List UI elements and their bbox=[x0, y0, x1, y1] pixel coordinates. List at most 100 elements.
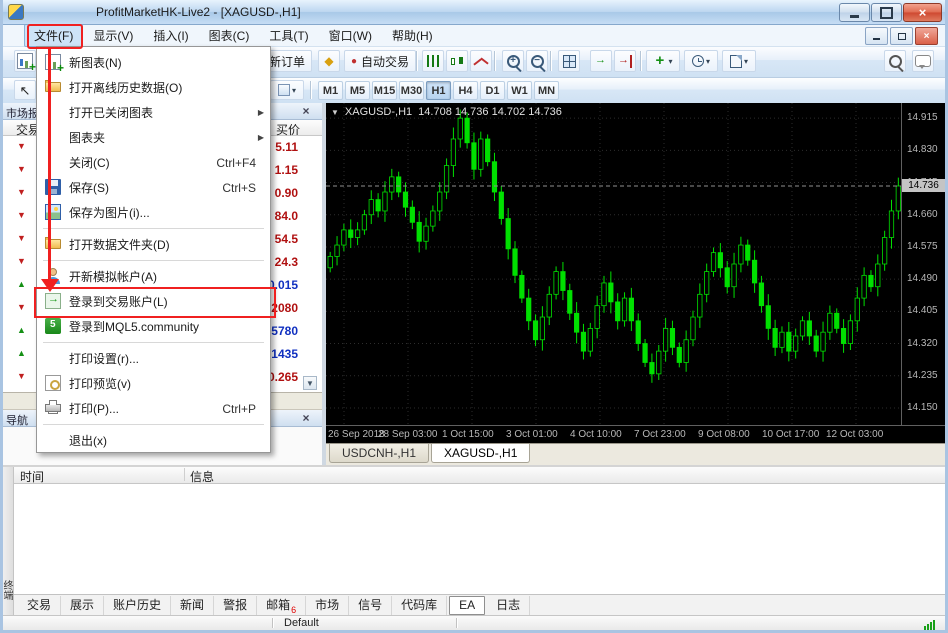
terminal-tab-7[interactable]: 市场 bbox=[306, 596, 349, 615]
time-axis[interactable]: 26 Sep 201828 Sep 03:001 Oct 15:003 Oct … bbox=[326, 425, 945, 443]
bar-chart-button[interactable] bbox=[422, 50, 444, 72]
file-menu-item-8[interactable]: 打开数据文件夹(D) bbox=[37, 232, 270, 257]
file-menu-item-6[interactable]: 保存为图片(i)... bbox=[37, 200, 270, 225]
menu-item-1[interactable]: 文件(F) bbox=[24, 24, 83, 47]
price-cell: 5780 bbox=[271, 324, 298, 338]
window-title: ProfitMarketHK-Live2 - [XAGUSD-,H1] bbox=[96, 5, 301, 19]
menu-item-7[interactable]: 帮助(H) bbox=[382, 24, 443, 47]
cursor-button[interactable]: ↖ bbox=[14, 80, 36, 100]
chart-tab-2[interactable]: XAGUSD-,H1 bbox=[431, 444, 530, 463]
chat-icon bbox=[915, 55, 931, 67]
mql5-market-button[interactable]: ◆ bbox=[318, 50, 340, 72]
menu-separator bbox=[43, 342, 264, 343]
time-axis-label: 12 Oct 03:00 bbox=[826, 429, 883, 440]
menu-item-6[interactable]: 窗口(W) bbox=[319, 24, 382, 47]
file-menu-item-14[interactable]: 打印设置(r)... bbox=[37, 346, 270, 371]
timeframe-h1-button[interactable]: H1 bbox=[426, 81, 451, 100]
time-axis-label: 28 Sep 03:00 bbox=[378, 429, 438, 440]
close-button[interactable]: × bbox=[903, 3, 942, 22]
timeframe-m30-button[interactable]: M30 bbox=[399, 81, 424, 100]
zoom-out-button[interactable]: − bbox=[526, 50, 548, 72]
timeframe-m5-button[interactable]: M5 bbox=[345, 81, 370, 100]
terminal-tab-4[interactable]: 新闻 bbox=[171, 596, 214, 615]
auto-scroll-button[interactable] bbox=[590, 50, 612, 72]
timeframe-h4-button[interactable]: H4 bbox=[453, 81, 478, 100]
file-menu-item-3[interactable]: 图表夹▶ bbox=[37, 125, 270, 150]
menu-item-3[interactable]: 插入(I) bbox=[143, 24, 198, 47]
timeframe-mn-button[interactable]: MN bbox=[534, 81, 559, 100]
candlestick-chart-button[interactable] bbox=[446, 50, 468, 72]
new-chart-button[interactable] bbox=[14, 50, 36, 72]
line-chart-icon bbox=[474, 55, 488, 67]
price-cell: 0.015 bbox=[268, 278, 298, 292]
timeframe-d1-button[interactable]: D1 bbox=[480, 81, 505, 100]
close-market-watch-button[interactable]: × bbox=[300, 104, 312, 118]
terminal-tab-6[interactable]: 邮箱6 bbox=[257, 596, 306, 615]
file-menu-item-4[interactable]: 关闭(C)Ctrl+F4 bbox=[37, 150, 270, 175]
menu-item-4[interactable]: 图表(C) bbox=[199, 24, 260, 47]
close-navigator-button[interactable]: × bbox=[300, 411, 312, 425]
chart-plot[interactable] bbox=[326, 103, 901, 425]
terminal-tab-9[interactable]: 代码库 bbox=[392, 596, 447, 615]
maximize-button[interactable] bbox=[871, 3, 902, 22]
menu-item-2[interactable]: 显示(V) bbox=[83, 24, 143, 47]
chart-tab-1[interactable]: USDCNH-,H1 bbox=[329, 444, 429, 463]
zoom-in-button[interactable]: + bbox=[502, 50, 524, 72]
file-menu-item-11[interactable]: 登录到交易账户(L) bbox=[37, 289, 270, 314]
child-close-button[interactable]: × bbox=[915, 27, 938, 45]
terminal-tab-1[interactable]: 交易 bbox=[18, 596, 61, 615]
menu-shortcut: Ctrl+F4 bbox=[216, 156, 270, 170]
file-menu-item-16[interactable]: 打印(P)...Ctrl+P bbox=[37, 396, 270, 421]
diamond-icon: ◆ bbox=[324, 54, 333, 68]
file-menu-item-15[interactable]: 打印预览(v) bbox=[37, 371, 270, 396]
autotrade-button[interactable]: ●自动交易 bbox=[344, 50, 416, 72]
menu-item-label: 图表夹 bbox=[69, 129, 105, 146]
terminal-tab-11[interactable]: 日志 bbox=[487, 596, 530, 615]
submenu-arrow-icon: ▶ bbox=[258, 108, 264, 117]
terminal-tab-2[interactable]: 展示 bbox=[61, 596, 104, 615]
search-button[interactable] bbox=[884, 50, 906, 72]
file-menu-item-0[interactable]: 新图表(N) bbox=[37, 50, 270, 75]
timeframe-m1-button[interactable]: M1 bbox=[318, 81, 343, 100]
printer-icon bbox=[45, 404, 61, 412]
minimize-icon bbox=[873, 38, 880, 40]
scroll-down-button[interactable]: ▼ bbox=[303, 376, 317, 390]
templates-button[interactable]: ▾ bbox=[722, 50, 756, 72]
file-menu-item-18[interactable]: 退出(x) bbox=[37, 428, 270, 453]
minimize-button[interactable] bbox=[839, 3, 870, 22]
terminal-tab-10[interactable]: EA bbox=[449, 596, 485, 615]
terminal-tab-8[interactable]: 信号 bbox=[349, 596, 392, 615]
file-menu-item-10[interactable]: 开新模拟帐户(A) bbox=[37, 264, 270, 289]
timeframe-w1-button[interactable]: W1 bbox=[507, 81, 532, 100]
file-menu-item-5[interactable]: 保存(S)Ctrl+S bbox=[37, 175, 270, 200]
line-chart-button[interactable] bbox=[470, 50, 492, 72]
terminal-tab-3[interactable]: 账户历史 bbox=[104, 596, 171, 615]
tick-down-icon: ▼ bbox=[17, 256, 26, 266]
application-window: ProfitMarketHK-Live2 - [XAGUSD-,H1] × 文件… bbox=[0, 0, 948, 633]
tile-windows-button[interactable] bbox=[558, 50, 580, 72]
menu-bar: 文件(F)显示(V)插入(I)图表(C)工具(T)窗口(W)帮助(H) bbox=[0, 24, 948, 47]
tick-down-icon: ▼ bbox=[17, 164, 26, 174]
periods-button[interactable]: ▾ bbox=[684, 50, 718, 72]
current-price-tag: 14.736 bbox=[902, 179, 945, 192]
quick-nav-icon[interactable]: ▼ bbox=[331, 108, 339, 117]
search-icon bbox=[889, 55, 902, 68]
menu-item-5[interactable]: 工具(T) bbox=[259, 24, 318, 47]
new-chart-icon bbox=[45, 54, 61, 70]
file-menu-item-1[interactable]: 打开离线历史数据(O) bbox=[37, 75, 270, 100]
timeframe-m15-button[interactable]: M15 bbox=[372, 81, 397, 100]
chart-tools-button[interactable]: ▾ bbox=[270, 80, 304, 100]
navigator-title: 导航 bbox=[6, 415, 28, 427]
file-menu-item-2[interactable]: 打开已关闭图表▶ bbox=[37, 100, 270, 125]
chat-button[interactable] bbox=[912, 50, 934, 72]
price-axis[interactable]: 14.91514.83014.74514.66014.57514.49014.4… bbox=[901, 103, 945, 425]
templates-icon bbox=[730, 55, 742, 68]
file-menu-item-12[interactable]: 登录到MQL5.community bbox=[37, 314, 270, 339]
new-chart-icon bbox=[17, 53, 33, 69]
terminal-tab-5[interactable]: 警报 bbox=[214, 596, 257, 615]
time-axis-label: 1 Oct 15:00 bbox=[442, 429, 494, 440]
chart-shift-button[interactable] bbox=[614, 50, 636, 72]
child-minimize-button[interactable] bbox=[865, 27, 888, 45]
indicators-button[interactable]: ▾ bbox=[646, 50, 680, 72]
child-restore-button[interactable] bbox=[890, 27, 913, 45]
